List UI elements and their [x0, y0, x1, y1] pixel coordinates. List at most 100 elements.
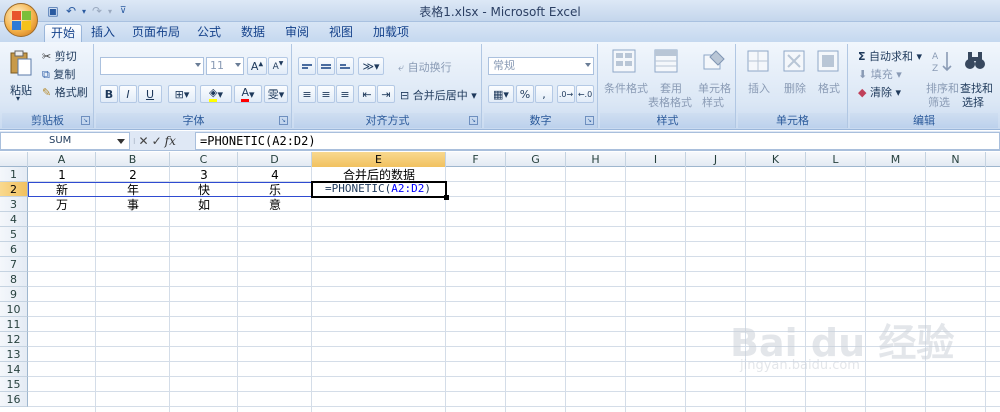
formula-input[interactable]: =PHONETIC(A2:D2) [195, 132, 1000, 150]
tab-view[interactable]: 视图 [326, 24, 356, 42]
column-header-D[interactable]: D [238, 152, 312, 167]
paste-dropdown-icon[interactable]: ▾ [16, 94, 20, 103]
row-header-16[interactable]: 16 [0, 392, 28, 407]
find-select-icon[interactable] [962, 48, 988, 74]
phonetic-button[interactable]: 雯▾ [264, 85, 288, 103]
shrink-font-button[interactable]: A▼ [268, 57, 288, 75]
cell-D2[interactable]: 乐 [238, 183, 312, 197]
cell-B3[interactable]: 事 [96, 198, 170, 212]
column-header-I[interactable]: I [626, 152, 686, 167]
bold-button[interactable]: B [100, 85, 118, 103]
cell-D3[interactable]: 意 [238, 198, 312, 212]
tab-data[interactable]: 数据 [238, 24, 268, 42]
row-header-5[interactable]: 5 [0, 227, 28, 242]
format-cells-icon[interactable] [814, 48, 842, 74]
align-center-button[interactable]: ≡ [317, 85, 335, 103]
comma-button[interactable]: , [535, 85, 553, 103]
row-header-8[interactable]: 8 [0, 272, 28, 287]
find-select-label-2[interactable]: 选择 [962, 94, 984, 110]
row-header-7[interactable]: 7 [0, 257, 28, 272]
cell-D1[interactable]: 4 [238, 168, 312, 182]
tab-page-layout[interactable]: 页面布局 [130, 24, 182, 42]
row-header-10[interactable]: 10 [0, 302, 28, 317]
increase-indent-button[interactable]: ⇥ [377, 85, 395, 103]
column-header-M[interactable]: M [866, 152, 926, 167]
insert-cells-label[interactable]: 插入 [748, 80, 770, 96]
column-header-N[interactable]: N [926, 152, 986, 167]
row-header-4[interactable]: 4 [0, 212, 28, 227]
worksheet-grid[interactable]: ABCDEFGHIJKLMN 1 2 3 4 5 6 7 8 9 10 11 12 13 14 15 16 1… [0, 152, 1000, 412]
confirm-entry-icon[interactable]: ✓ [152, 134, 162, 148]
align-middle-button[interactable] [317, 57, 335, 75]
insert-cells-icon[interactable] [744, 48, 772, 74]
conditional-format-icon[interactable] [610, 48, 638, 74]
italic-button[interactable]: I [119, 85, 137, 103]
increase-decimal-button[interactable]: .0→ [557, 85, 575, 103]
alignment-launcher-icon[interactable]: ↘ [469, 116, 478, 125]
table-format-icon[interactable] [652, 48, 680, 74]
number-format-combo[interactable]: 常规 [488, 57, 594, 75]
column-header-C[interactable]: C [170, 152, 238, 167]
fill-color-button[interactable]: ◈ ▾ [200, 85, 232, 103]
percent-button[interactable]: % [516, 85, 534, 103]
row-header-13[interactable]: 13 [0, 347, 28, 362]
fill-button[interactable]: ⬇ 填充 ▾ [858, 66, 902, 82]
active-cell-E2[interactable]: =PHONETIC(A2:D2) [311, 181, 447, 198]
align-right-button[interactable]: ≡ [336, 85, 354, 103]
cell-C1[interactable]: 3 [170, 168, 238, 182]
font-launcher-icon[interactable]: ↘ [279, 116, 288, 125]
row-header-15[interactable]: 15 [0, 377, 28, 392]
font-name-combo[interactable] [100, 57, 204, 75]
paste-icon[interactable] [8, 48, 34, 78]
font-color-button[interactable]: A ▾ [234, 85, 262, 103]
cancel-entry-icon[interactable]: ✕ [139, 134, 149, 148]
delete-cells-icon[interactable] [780, 48, 808, 74]
name-box[interactable]: SUM [0, 132, 130, 150]
tab-home[interactable]: 开始 [44, 24, 82, 42]
column-header-J[interactable]: J [686, 152, 746, 167]
select-all-corner[interactable] [0, 152, 28, 167]
row-header-2[interactable]: 2 [0, 182, 28, 197]
currency-button[interactable]: ▦▾ [488, 85, 514, 103]
clear-button[interactable]: ◆ 清除 ▾ [858, 84, 901, 100]
column-header-K[interactable]: K [746, 152, 806, 167]
row-header-12[interactable]: 12 [0, 332, 28, 347]
copy-button[interactable]: ⧉ 复制 [42, 66, 75, 82]
row-header-9[interactable]: 9 [0, 287, 28, 302]
format-painter-button[interactable]: ✎ 格式刷 [42, 84, 88, 100]
wrap-text-button[interactable]: ⤶ 自动换行 [398, 59, 452, 75]
grow-font-button[interactable]: A▲ [247, 57, 267, 75]
column-header-E[interactable]: E [312, 152, 446, 167]
row-header-11[interactable]: 11 [0, 317, 28, 332]
decrease-decimal-button[interactable]: ←.0 [576, 85, 594, 103]
row-header-14[interactable]: 14 [0, 362, 28, 377]
office-button[interactable] [4, 3, 38, 37]
cut-button[interactable]: ✂ 剪切 [42, 48, 77, 64]
font-size-combo[interactable]: 11 [206, 57, 244, 75]
cell-B1[interactable]: 2 [96, 168, 170, 182]
cell-A1[interactable]: 1 [28, 168, 96, 182]
sort-filter-icon[interactable]: AZ [930, 48, 956, 74]
column-header-A[interactable]: A [28, 152, 96, 167]
clipboard-launcher-icon[interactable]: ↘ [81, 116, 90, 125]
fill-handle[interactable] [444, 195, 449, 200]
autosum-button[interactable]: Σ 自动求和 ▾ [858, 48, 922, 64]
cell-style-icon[interactable] [700, 48, 728, 74]
underline-button[interactable]: U [138, 85, 162, 103]
cell-E1[interactable]: 合并后的数据 [312, 168, 446, 182]
conditional-format-label[interactable]: 条件格式 [604, 80, 648, 96]
merge-center-button[interactable]: ⊟ 合并后居中 ▾ [400, 87, 477, 103]
column-header-B[interactable]: B [96, 152, 170, 167]
paste-label[interactable]: 粘贴 [10, 82, 32, 98]
row-header-1[interactable]: 1 [0, 167, 28, 182]
column-header-H[interactable]: H [566, 152, 626, 167]
align-left-button[interactable]: ≡ [298, 85, 316, 103]
cell-B2[interactable]: 年 [96, 183, 170, 197]
tab-addins[interactable]: 加载项 [370, 24, 412, 42]
borders-button[interactable]: ⊞▾ [168, 85, 196, 103]
row-header-3[interactable]: 3 [0, 197, 28, 212]
tab-review[interactable]: 审阅 [282, 24, 312, 42]
column-header-F[interactable]: F [446, 152, 506, 167]
tab-insert[interactable]: 插入 [88, 24, 118, 42]
column-header-G[interactable]: G [506, 152, 566, 167]
